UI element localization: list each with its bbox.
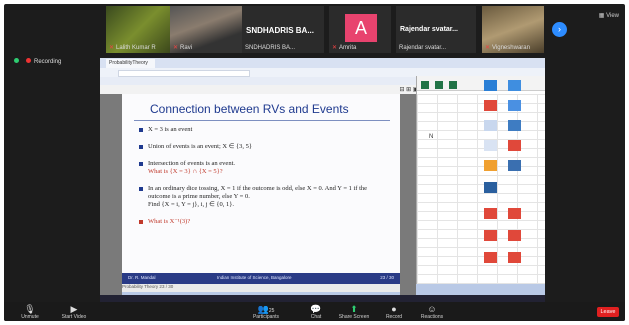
- file-icon[interactable]: [484, 182, 497, 193]
- file-icon[interactable]: [484, 208, 497, 219]
- participant-name: ✕ Vigneshwaran: [485, 45, 530, 51]
- unmute-button[interactable]: 🎙 Unmute: [12, 304, 48, 320]
- footer-institute: Indian Institute of Science, Bangalore: [217, 275, 292, 280]
- recording-indicator[interactable]: Recording: [14, 58, 61, 65]
- slide-title: Connection between RVs and Events: [150, 102, 349, 116]
- file-icon[interactable]: [508, 120, 521, 131]
- file-icon[interactable]: [484, 140, 497, 151]
- share-screen-button[interactable]: ⬆ Share Screen: [336, 304, 372, 320]
- participants-icon: 👥25: [257, 304, 275, 314]
- meeting-controls: 🎙 Unmute ▶ Start Video 👥25 Participants 💬 Ch…: [4, 302, 625, 321]
- participant-tile-4[interactable]: A ✕ Amrita: [329, 6, 391, 53]
- file-icon[interactable]: [484, 160, 497, 171]
- shared-screen: ProbabilityTheory ⊟ ⊞ ▣ ⤢ N Connection b…: [100, 58, 545, 304]
- pdf-right-margin: [400, 94, 416, 304]
- lecture-slide: Connection between RVs and Events X = 3 …: [122, 94, 400, 284]
- file-icon[interactable]: [484, 230, 497, 241]
- reactions-button[interactable]: ☺ Reactions: [414, 304, 450, 320]
- url-field[interactable]: [118, 70, 250, 77]
- share-icon: ⬆: [350, 304, 358, 314]
- mic-icon: 🎙: [24, 304, 36, 314]
- view-grid-icon: ▦: [598, 13, 607, 19]
- bullet-item: In an ordinary dice tossing, X = 1 if th…: [139, 185, 388, 209]
- slide-footer: Dr. R. Mandal Indian Institute of Scienc…: [122, 273, 400, 284]
- browser-tab[interactable]: ProbabilityTheory: [106, 59, 155, 68]
- excel-cell: N: [429, 134, 434, 140]
- desktop-icons: [480, 58, 545, 304]
- participant-name: Rajendar svatar...: [399, 45, 447, 51]
- muted-mic-icon: ✕: [485, 45, 491, 51]
- reactions-icon: ☺: [427, 304, 437, 314]
- view-button[interactable]: ▦ View: [599, 12, 619, 19]
- muted-mic-icon: ✕: [109, 45, 115, 51]
- bullet-item: X = 3 is an event: [139, 126, 388, 134]
- participant-tile-5[interactable]: Rajendar svatar... Rajendar svatar...: [396, 6, 476, 53]
- pdf-page-bar: Probability Theory 23 / 30: [122, 284, 400, 292]
- security-shield-icon: [14, 58, 19, 63]
- participant-name: ✕ Ravi: [173, 45, 193, 51]
- folder-icon[interactable]: [484, 80, 497, 91]
- next-page-button[interactable]: ›: [552, 22, 567, 37]
- record-button[interactable]: ● Record: [376, 304, 412, 320]
- browser-tab-bar: ProbabilityTheory: [100, 58, 545, 68]
- leave-button[interactable]: Leave: [597, 307, 619, 317]
- title-divider: [134, 120, 390, 121]
- record-dot-icon: [26, 58, 31, 63]
- participant-display-name: SNDHADRIS BA...: [246, 26, 315, 35]
- participant-display-name: Rajendar svatar...: [400, 26, 458, 33]
- muted-mic-icon: ✕: [173, 45, 179, 51]
- file-icon[interactable]: [508, 100, 521, 111]
- chat-icon: 💬: [310, 304, 322, 314]
- file-icon[interactable]: [484, 252, 497, 263]
- pdf-left-margin: [100, 94, 122, 304]
- avatar: A: [345, 14, 377, 42]
- chat-button[interactable]: 💬 Chat: [298, 304, 334, 320]
- participants-button[interactable]: 👥25 Participants: [248, 304, 284, 320]
- bullet-item: Union of events is an event; X ∈ {3, 5}: [139, 143, 388, 151]
- video-icon: ▶: [70, 304, 78, 314]
- file-icon[interactable]: [484, 100, 497, 111]
- record-icon: ●: [391, 304, 397, 314]
- participant-tile-2[interactable]: ✕ Ravi: [170, 6, 248, 53]
- zoom-meeting-window: ✕ Lalith Kumar R ✕ Ravi SNDHADRIS BA... SN…: [4, 4, 625, 321]
- muted-mic-icon: ✕: [332, 45, 338, 51]
- participant-name: ✕ Lalith Kumar R: [109, 45, 156, 51]
- bullet-item: What is X⁻¹(3)?: [139, 218, 388, 226]
- file-icon[interactable]: [484, 120, 497, 131]
- footer-page: 23 / 30: [380, 275, 394, 280]
- file-icon[interactable]: [508, 140, 521, 151]
- file-icon[interactable]: [508, 252, 521, 263]
- file-icon[interactable]: [508, 160, 521, 171]
- folder-icon[interactable]: [508, 80, 521, 91]
- footer-author: Dr. R. Mandal: [128, 275, 156, 280]
- participant-name: ✕ Amrita: [332, 45, 357, 51]
- bullet-list: X = 3 is an event Union of events is an …: [139, 126, 388, 235]
- file-icon[interactable]: [508, 230, 521, 241]
- bullet-item: Intersection of events is an event. What …: [139, 160, 388, 176]
- participant-name: SNDHADRIS BA...: [245, 45, 296, 51]
- participant-tile-3[interactable]: SNDHADRIS BA... SNDHADRIS BA...: [242, 6, 324, 53]
- start-video-button[interactable]: ▶ Start Video: [56, 304, 92, 320]
- file-icon[interactable]: [508, 208, 521, 219]
- participant-tile-6[interactable]: ✕ Vigneshwaran: [482, 6, 544, 53]
